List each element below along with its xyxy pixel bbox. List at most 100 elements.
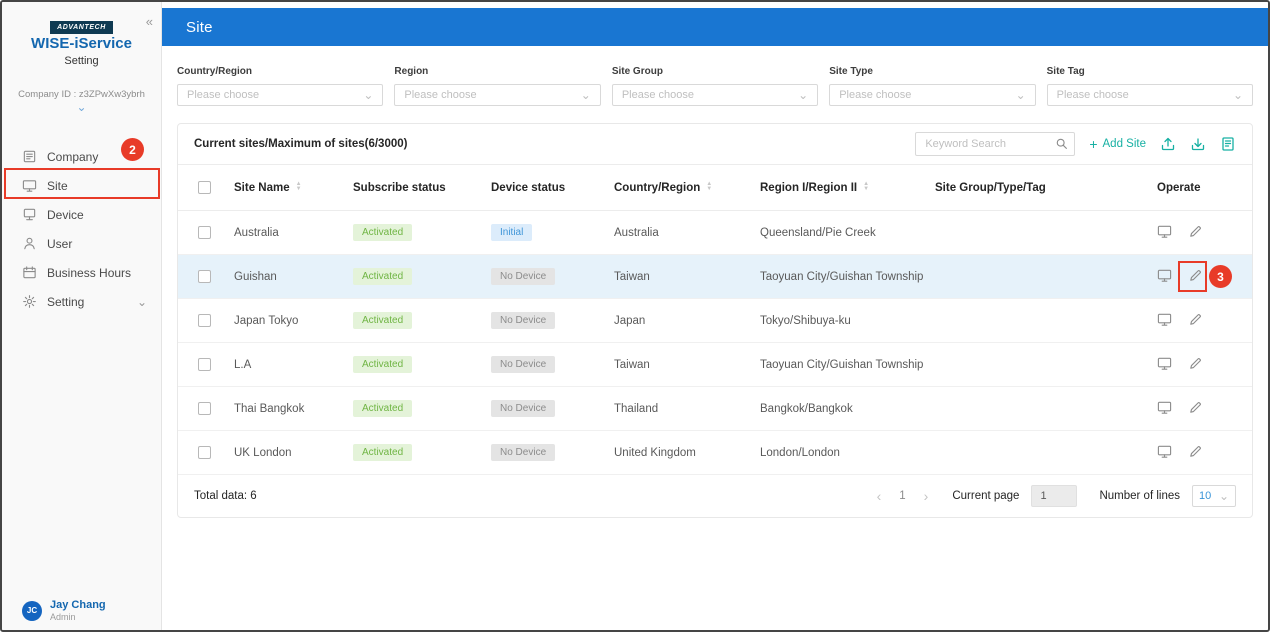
country-cell: United Kingdom — [594, 431, 740, 475]
column-header-region-i-region-ii[interactable]: Region I/Region II ▲▼ — [740, 165, 935, 211]
sort-icon[interactable]: ▲▼ — [706, 182, 712, 192]
table-toolbar: Current sites/Maximum of sites(6/3000) +… — [178, 124, 1252, 164]
subscribe-status-badge: Activated — [353, 400, 412, 417]
chevron-down-icon: ⌄ — [363, 92, 373, 98]
user-block[interactable]: JC Jay Chang Admin — [22, 599, 106, 622]
brand-block: ADVANTECH WISE-iService Setting — [2, 2, 161, 67]
current-page-label: Current page — [952, 490, 1019, 502]
sidebar-item-label: User — [47, 237, 72, 251]
sidebar-nav: Company Site Device User Business Hours Setti… — [2, 142, 161, 316]
collapse-sidebar-icon[interactable]: « — [146, 14, 153, 29]
column-label: Country/Region — [614, 182, 700, 194]
sites-table: Site Name▲▼Subscribe statusDevice status… — [178, 164, 1252, 475]
row-checkbox[interactable] — [198, 226, 211, 239]
device-view-icon[interactable] — [1157, 224, 1172, 239]
filter-site-tag: Site TagPlease choose⌄ — [1047, 66, 1253, 106]
report-icon[interactable] — [1220, 136, 1236, 152]
sidebar-item-label: Business Hours — [47, 266, 131, 280]
device-status-badge: No Device — [491, 400, 555, 417]
site-name-cell: Japan Tokyo — [214, 299, 333, 343]
keyword-search — [915, 132, 1075, 156]
edit-icon[interactable] — [1188, 356, 1203, 371]
sidebar-item-setting[interactable]: Setting⌄ — [2, 287, 161, 316]
subscribe-status-badge: Activated — [353, 268, 412, 285]
operate-cell — [1135, 299, 1252, 343]
edit-icon[interactable] — [1188, 444, 1203, 459]
select-all-checkbox[interactable] — [198, 181, 211, 194]
device-view-icon[interactable] — [1157, 400, 1172, 415]
page-number[interactable]: 1 — [895, 490, 909, 502]
filter-select[interactable]: Please choose⌄ — [612, 84, 818, 106]
region-cell: Queensland/Pie Creek — [740, 211, 935, 255]
filter-placeholder: Please choose — [1057, 89, 1129, 101]
site-group-cell — [935, 211, 1135, 255]
sidebar-item-site[interactable]: Site — [2, 171, 161, 200]
region-cell: Taoyuan City/Guishan Township — [740, 255, 935, 299]
site-icon — [22, 178, 37, 193]
edit-icon[interactable] — [1188, 268, 1203, 283]
add-site-button[interactable]: +Add Site — [1089, 137, 1146, 151]
column-header-device-status: Device status — [471, 165, 594, 211]
edit-icon[interactable] — [1188, 400, 1203, 415]
column-label: Region I/Region II — [760, 182, 857, 194]
site-group-cell — [935, 387, 1135, 431]
device-view-icon[interactable] — [1157, 268, 1172, 283]
table-row: L.AActivatedNo DeviceTaiwanTaoyuan City/… — [178, 343, 1252, 387]
sidebar-item-company[interactable]: Company — [2, 142, 161, 171]
row-checkbox[interactable] — [198, 402, 211, 415]
sidebar: « ADVANTECH WISE-iService Setting Compan… — [2, 2, 162, 630]
lines-select[interactable]: 10 ⌄ — [1192, 485, 1236, 507]
sidebar-item-user[interactable]: User — [2, 229, 161, 258]
sort-icon[interactable]: ▲▼ — [296, 182, 302, 192]
site-group-cell — [935, 255, 1135, 299]
column-header-country-region[interactable]: Country/Region ▲▼ — [594, 165, 740, 211]
operate-cell — [1135, 387, 1252, 431]
edit-icon[interactable] — [1188, 224, 1203, 239]
search-icon[interactable] — [1055, 137, 1068, 150]
search-input[interactable] — [915, 132, 1075, 156]
device-view-icon[interactable] — [1157, 312, 1172, 327]
device-view-icon[interactable] — [1157, 444, 1172, 459]
table-row: UK LondonActivatedNo DeviceUnited Kingdo… — [178, 431, 1252, 475]
business-hours-icon — [22, 265, 37, 280]
export-icon[interactable] — [1160, 136, 1176, 152]
column-header-operate: Operate — [1135, 165, 1252, 211]
device-status-badge: No Device — [491, 356, 555, 373]
filter-placeholder: Please choose — [622, 89, 694, 101]
lines-value: 10 — [1199, 490, 1211, 502]
chevron-down-icon[interactable]: ⌄ — [2, 102, 161, 112]
site-group-cell — [935, 431, 1135, 475]
sidebar-item-business-hours[interactable]: Business Hours — [2, 258, 161, 287]
row-checkbox[interactable] — [198, 314, 211, 327]
sidebar-item-label: Company — [47, 150, 98, 164]
filter-site-type: Site Type Please choose⌄ — [829, 66, 1035, 106]
current-page-input[interactable] — [1031, 485, 1077, 507]
region-cell: Bangkok/Bangkok — [740, 387, 935, 431]
sidebar-item-device[interactable]: Device — [2, 200, 161, 229]
filter-select[interactable]: Please choose⌄ — [829, 84, 1035, 106]
device-view-icon[interactable] — [1157, 356, 1172, 371]
filter-placeholder: Please choose — [404, 89, 476, 101]
import-icon[interactable] — [1190, 136, 1206, 152]
country-cell: Japan — [594, 299, 740, 343]
region-cell: London/London — [740, 431, 935, 475]
filter-select[interactable]: Please choose⌄ — [394, 84, 600, 106]
edit-icon[interactable] — [1188, 312, 1203, 327]
device-status-badge: No Device — [491, 444, 555, 461]
sort-icon[interactable]: ▲▼ — [863, 182, 869, 192]
row-checkbox[interactable] — [198, 270, 211, 283]
filter-select[interactable]: Please choose⌄ — [177, 84, 383, 106]
column-label: Device status — [491, 182, 565, 194]
next-page-icon[interactable]: › — [922, 488, 931, 504]
row-checkbox[interactable] — [198, 446, 211, 459]
user-icon — [22, 236, 37, 251]
filter-label: Site Type — [829, 66, 1035, 77]
filter-select[interactable]: Please choose⌄ — [1047, 84, 1253, 106]
column-header-site-name[interactable]: Site Name▲▼ — [214, 165, 333, 211]
row-checkbox[interactable] — [198, 358, 211, 371]
subscribe-status-badge: Activated — [353, 356, 412, 373]
setting-icon — [22, 294, 37, 309]
prev-page-icon[interactable]: ‹ — [875, 488, 884, 504]
sidebar-item-label: Device — [47, 208, 84, 222]
site-name-cell: L.A — [214, 343, 333, 387]
